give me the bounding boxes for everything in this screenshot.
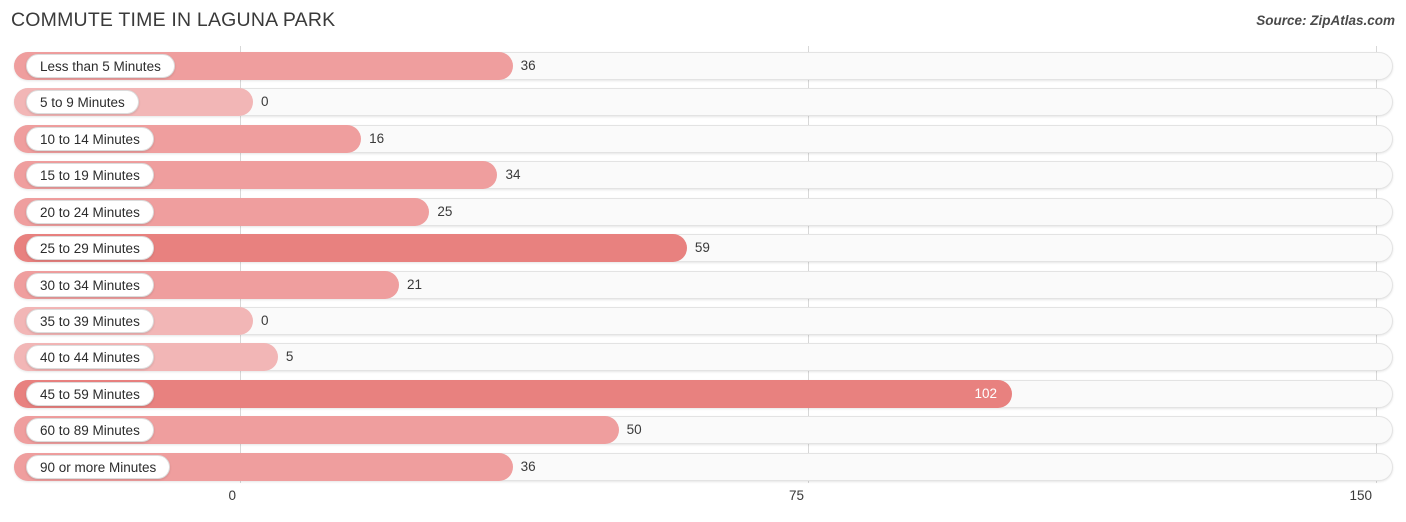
bar-value-label: 36 xyxy=(520,458,536,474)
bar-value-label: 25 xyxy=(437,203,453,219)
x-axis-tick-label: 0 xyxy=(228,488,236,503)
bar-category-label: 5 to 9 Minutes xyxy=(26,90,139,115)
bar-value-label: 0 xyxy=(261,94,269,110)
bar-category-label: 60 to 89 Minutes xyxy=(26,418,154,443)
bar-category-label: Less than 5 Minutes xyxy=(26,54,175,78)
chart-header: COMMUTE TIME IN LAGUNA PARK Source: ZipA… xyxy=(0,0,1406,46)
bar-value-label: 21 xyxy=(407,276,423,292)
bar-value-label: 50 xyxy=(626,422,642,438)
bar-category-label: 10 to 14 Minutes xyxy=(26,126,154,151)
bar-category-label: 25 to 29 Minutes xyxy=(26,236,154,261)
bar-value-label: 5 xyxy=(285,349,294,365)
bar-value-label: 0 xyxy=(261,312,269,328)
bar-value-label: 36 xyxy=(520,58,536,73)
bar-category-label: 20 to 24 Minutes xyxy=(26,199,154,224)
page-title: COMMUTE TIME IN LAGUNA PARK xyxy=(11,9,336,31)
chart-plot-area: Less than 5 Minutes 36 5 to 9 Minutes 0 10 t… xyxy=(0,46,1406,483)
bar[interactable] xyxy=(14,379,1013,408)
bar-category-label: 30 to 34 Minutes xyxy=(26,272,154,297)
x-axis: 0 75 150 xyxy=(0,483,1406,522)
bar-value-label: 16 xyxy=(369,130,385,146)
source-attribution: Source: ZipAtlas.com xyxy=(1256,13,1395,28)
x-axis-tick-label: 75 xyxy=(788,488,804,503)
bar-category-label: 40 to 44 Minutes xyxy=(26,345,154,370)
bar-value-label: 34 xyxy=(505,167,521,183)
bar-category-label: 35 to 39 Minutes xyxy=(26,308,154,333)
bar-value-label: 102 xyxy=(974,385,997,401)
x-axis-tick-label: 150 xyxy=(1349,488,1372,503)
bar-category-label: 90 or more Minutes xyxy=(26,454,171,479)
bar-value-label: 59 xyxy=(694,240,710,256)
bar-category-label: 45 to 59 Minutes xyxy=(26,381,154,406)
bar-category-label: 15 to 19 Minutes xyxy=(26,163,154,188)
